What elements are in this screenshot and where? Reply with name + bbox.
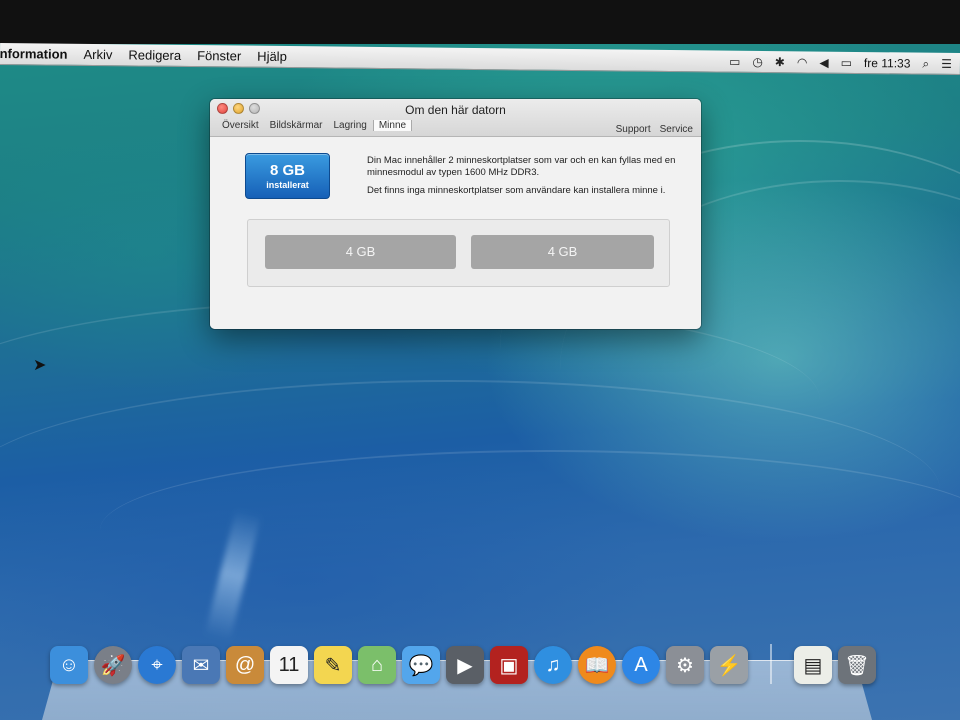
dock-app-store-icon[interactable]: A [622,646,660,684]
window-title: Om den här datorn [405,103,506,117]
dock-trash-icon[interactable]: 🗑 [838,646,876,684]
menu-clock[interactable]: fre 11:33 [864,56,911,70]
time-machine-icon[interactable]: ◷ [752,55,763,69]
mouse-pointer-icon: ➤ [33,357,47,374]
memory-slot-1: 4 GB [265,235,456,269]
airplay-icon[interactable]: ▭ [729,55,740,69]
memory-desc-slots: Din Mac innehåller 2 minneskortplatser s… [367,155,676,178]
dock-ibooks-icon[interactable]: 📖 [578,646,616,684]
dock-separator [770,644,772,684]
dock-notes-icon[interactable]: ✎ [314,646,352,684]
tab-lagring[interactable]: Lagring [328,120,372,131]
tab-oversikt[interactable]: Översikt [217,120,265,131]
dock-maps-icon[interactable]: ⌂ [358,646,396,684]
dock-mail-stamp-icon[interactable]: ✉ [182,646,220,684]
screen-bezel [0,0,960,44]
volume-icon[interactable]: ◀ [819,56,828,70]
dock-safari-icon[interactable]: ⌖ [138,646,176,684]
dock-items: ☺ 🚀 ⌖ ✉ @11 ✎ ⌂ 💬 ▶ ▣ ♫ 📖 A ⚙ ⚡ ▤ 🗑 [50,644,876,684]
menu-hjalp[interactable]: Hjälp [257,49,287,64]
spotlight-icon[interactable]: ⌕ [922,56,929,71]
window-titlebar[interactable]: Om den här datorn Översikt Bildskärmar L… [210,99,701,137]
dock-launchpad-icon[interactable]: 🚀 [94,646,132,684]
tab-bar: Översikt Bildskärmar Lagring Minne [217,120,413,131]
memory-description: Din Mac innehåller 2 minneskortplatser s… [367,155,687,203]
notification-center-icon[interactable]: ☰ [941,57,952,71]
menu-app-name[interactable]: Information [0,46,68,62]
menu-arkiv[interactable]: Arkiv [83,47,112,62]
dock-calendar-icon[interactable]: 11 [270,646,308,684]
wifi-icon[interactable]: ◠ [797,55,808,69]
about-this-mac-window: Om den här datorn Översikt Bildskärmar L… [210,99,701,329]
dock-finder-icon[interactable]: ☺ [50,646,88,684]
memory-desc-user-install: Det finns inga minneskortplatser som anv… [367,185,666,196]
service-link[interactable]: Service [660,124,693,135]
bluetooth-icon[interactable]: ✱ [775,55,785,69]
dock-itunes-icon[interactable]: ♫ [534,646,572,684]
dock-messages-icon[interactable]: 💬 [402,646,440,684]
dock-facetime-icon[interactable]: ▶ [446,646,484,684]
battery-icon[interactable]: ▭ [841,56,852,70]
dock-contacts-icon[interactable]: @ [226,646,264,684]
dock-photo-booth-icon[interactable]: ▣ [490,646,528,684]
tab-minne[interactable]: Minne [372,120,413,131]
memory-slot-2: 4 GB [471,235,654,269]
dock-document-stack-icon[interactable]: ▤ [794,646,832,684]
memory-panel: 8 GB installerat Din Mac innehåller 2 mi… [210,137,701,329]
installed-memory-size: 8 GB [269,162,305,179]
menu-redigera[interactable]: Redigera [128,47,181,63]
installed-memory-badge: 8 GB installerat [245,153,330,199]
memory-slots-panel: 4 GB 4 GB [247,219,670,287]
tab-bildskarmar[interactable]: Bildskärmar [265,120,329,131]
dock-system-information-icon[interactable]: ⚡ [710,646,748,684]
support-link[interactable]: Support [616,124,651,135]
installed-memory-label: installerat [266,180,309,190]
menu-fonster[interactable]: Fönster [197,48,241,63]
dock-system-preferences-icon[interactable]: ⚙ [666,646,704,684]
status-area: ▭ ◷ ✱ ◠ ◀ ▭ fre 11:33 ⌕ ☰ [729,51,952,75]
